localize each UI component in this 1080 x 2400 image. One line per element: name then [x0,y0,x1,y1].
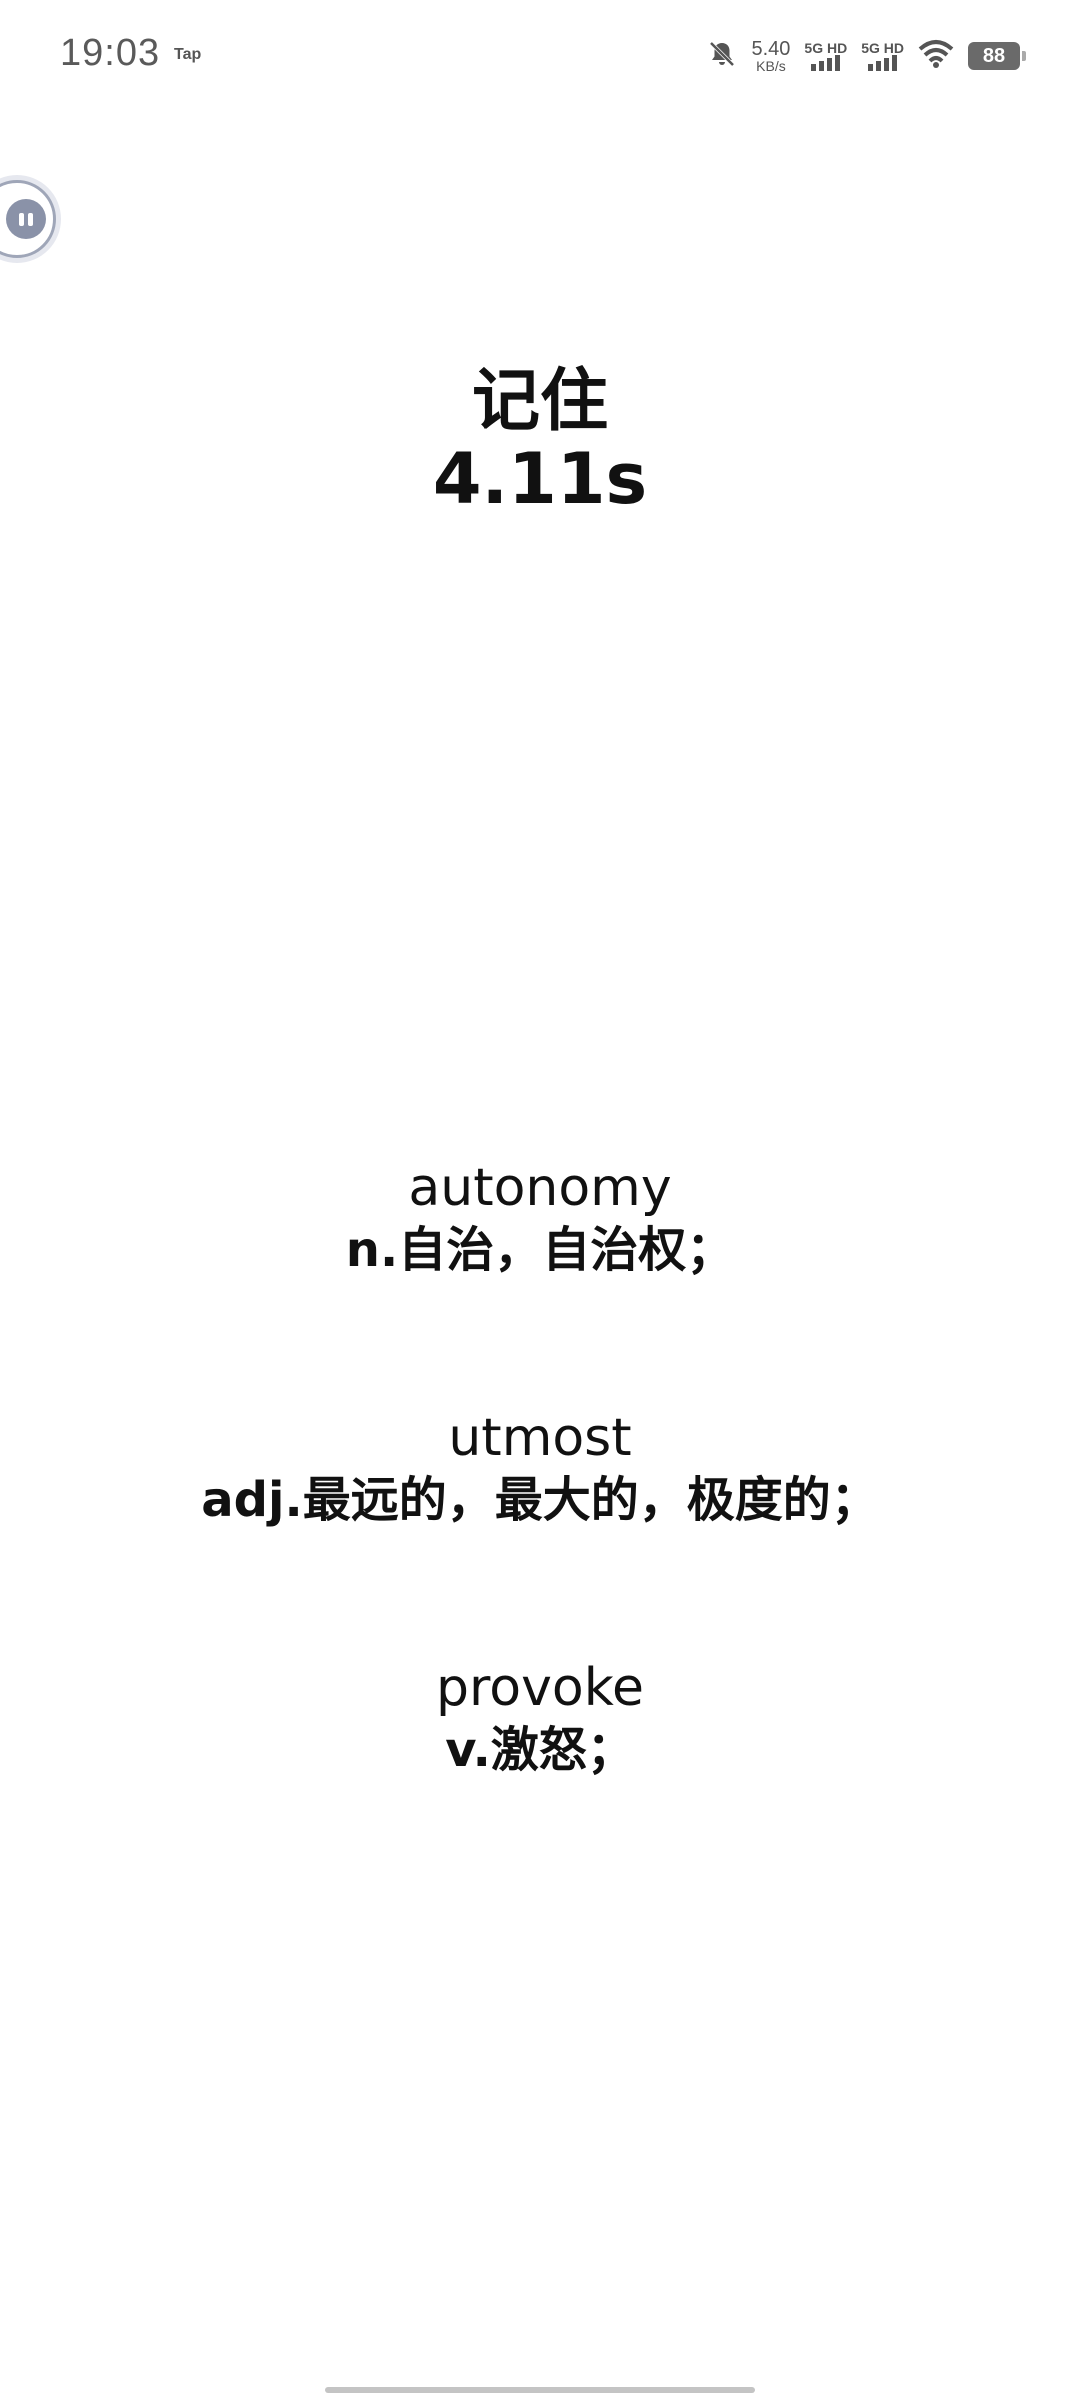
countdown-timer: 4.11s [432,438,648,520]
home-indicator[interactable] [325,2387,755,2393]
signal-icon [867,55,897,71]
sim1-signal: 5G HD [804,41,847,71]
bell-muted-icon [707,39,737,73]
battery-level: 88 [982,44,1006,67]
sim2-signal: 5G HD [861,41,904,71]
status-app-tag: Tap [174,46,202,63]
pause-icon [6,199,46,239]
page-title: 记住 [471,362,608,441]
battery-icon: 88 [968,42,1026,70]
word-term: utmost [448,1408,632,1468]
network-speed-value: 5.40 [751,38,791,60]
status-time: 19:03 [60,32,161,74]
word-definition: n.自治，自治权； [345,1222,735,1278]
word-term: autonomy [408,1158,672,1218]
sim2-label: 5G HD [861,40,904,56]
word-definition: v.激怒； [445,1722,635,1778]
status-bar: 19:03 Tap 5.40 KB/s 5G HD 5G HD 88 [0,0,1080,110]
word-term: provoke [436,1658,644,1718]
signal-icon [810,55,840,71]
network-speed: 5.40 KB/s [751,39,790,73]
network-speed-unit: KB/s [756,58,786,74]
word-definition: adj.最远的，最大的，极度的； [201,1472,879,1528]
status-icons: 5.40 KB/s 5G HD 5G HD 88 [707,34,1026,78]
floating-pause-button[interactable] [0,180,56,258]
wifi-icon [918,39,954,73]
sim1-label: 5G HD [804,40,848,56]
